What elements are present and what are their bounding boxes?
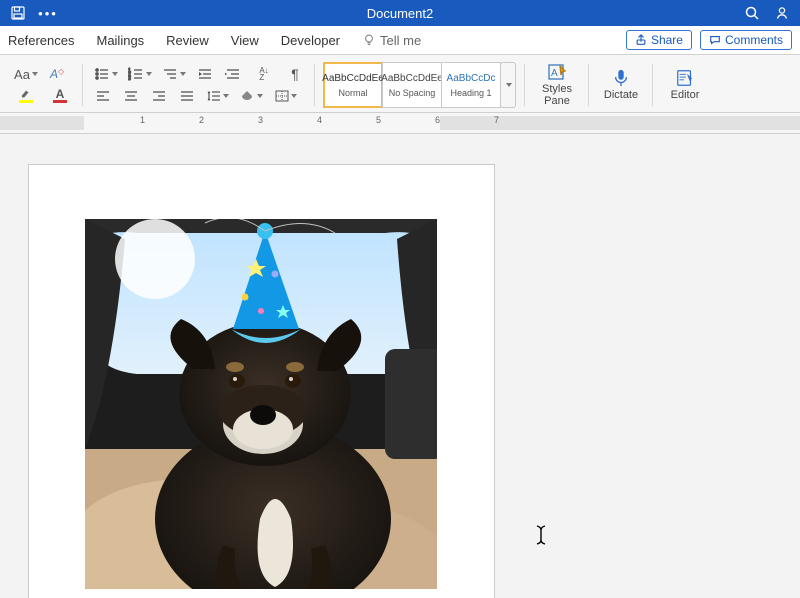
change-case-button[interactable]: Aa	[12, 64, 40, 84]
bullets-button[interactable]	[92, 64, 120, 84]
svg-text:A: A	[551, 68, 558, 79]
ruler-number: 4	[317, 115, 322, 125]
lightbulb-icon	[362, 33, 376, 47]
shading-button[interactable]	[238, 86, 266, 106]
svg-text:◇: ◇	[58, 67, 65, 76]
align-right-button[interactable]	[148, 86, 170, 106]
search-icon[interactable]	[744, 5, 760, 21]
account-icon[interactable]	[774, 5, 790, 21]
show-marks-button[interactable]: ¶	[284, 64, 306, 84]
ruler-number: 6	[435, 115, 440, 125]
tell-me-search[interactable]: Tell me	[362, 33, 421, 48]
tab-developer[interactable]: Developer	[281, 29, 340, 52]
ruler-number: 1	[140, 115, 145, 125]
styles-more-button[interactable]	[500, 62, 516, 108]
document-title: Document2	[0, 6, 800, 21]
document-page[interactable]	[28, 164, 495, 598]
horizontal-ruler[interactable]: 1 2 3 4 5 6 7	[0, 113, 800, 134]
styles-pane-button[interactable]: A Styles Pane	[534, 61, 580, 109]
svg-text:3: 3	[128, 76, 131, 81]
style-no-spacing[interactable]: AaBbCcDdEe No Spacing	[382, 62, 442, 108]
tab-view[interactable]: View	[231, 29, 259, 52]
tab-review[interactable]: Review	[166, 29, 209, 52]
increase-indent-button[interactable]	[222, 64, 244, 84]
justify-button[interactable]	[176, 86, 198, 106]
tab-mailings[interactable]: Mailings	[96, 29, 144, 52]
paragraph-group: 123 AZ↓ ¶	[86, 58, 312, 112]
align-center-button[interactable]	[120, 86, 142, 106]
document-canvas[interactable]	[0, 134, 800, 598]
more-icon[interactable]: •••	[40, 5, 56, 21]
ruler-number: 3	[258, 115, 263, 125]
comments-label: Comments	[725, 33, 783, 47]
share-label: Share	[651, 33, 683, 47]
highlight-color-button[interactable]	[12, 86, 40, 106]
tell-me-label: Tell me	[380, 33, 421, 48]
numbering-button[interactable]: 123	[126, 64, 154, 84]
share-icon	[635, 34, 647, 46]
ribbon-tabs: References Mailings Review View Develope…	[0, 26, 800, 55]
highlight-swatch	[19, 100, 33, 103]
svg-text:A: A	[49, 67, 58, 81]
title-bar: ••• Document2	[0, 0, 800, 26]
line-spacing-button[interactable]	[204, 86, 232, 106]
ruler-number: 2	[199, 115, 204, 125]
borders-button[interactable]	[272, 86, 300, 106]
dictate-group: Dictate	[592, 58, 650, 112]
multilevel-list-button[interactable]	[160, 64, 188, 84]
font-group: Aa A◇ A	[6, 58, 80, 112]
save-icon[interactable]	[10, 5, 26, 21]
text-cursor-icon	[534, 524, 548, 552]
comment-icon	[709, 34, 721, 46]
inserted-picture[interactable]	[85, 219, 437, 589]
tab-references[interactable]: References	[8, 29, 74, 52]
editor-button[interactable]: Editor	[662, 61, 708, 109]
dictate-button[interactable]: Dictate	[598, 61, 644, 109]
editor-group: Editor	[656, 58, 708, 112]
style-heading-1[interactable]: AaBbCcDc Heading 1	[441, 62, 501, 108]
ruler-number: 5	[376, 115, 381, 125]
ribbon: Aa A◇ A 123	[0, 55, 800, 113]
style-normal[interactable]: AaBbCcDdEe Normal	[323, 62, 383, 108]
ruler-number: 7	[494, 115, 499, 125]
share-button[interactable]: Share	[626, 30, 692, 50]
align-left-button[interactable]	[92, 86, 114, 106]
decrease-indent-button[interactable]	[194, 64, 216, 84]
clear-formatting-button[interactable]: A◇	[46, 64, 68, 84]
font-color-swatch	[53, 100, 67, 103]
styles-pane-group: A Styles Pane	[528, 58, 586, 112]
sort-button[interactable]: AZ↓	[250, 64, 278, 84]
styles-group: AaBbCcDdEe Normal AaBbCcDdEe No Spacing …	[318, 58, 522, 112]
comments-button[interactable]: Comments	[700, 30, 792, 50]
font-color-button[interactable]: A	[46, 86, 74, 106]
